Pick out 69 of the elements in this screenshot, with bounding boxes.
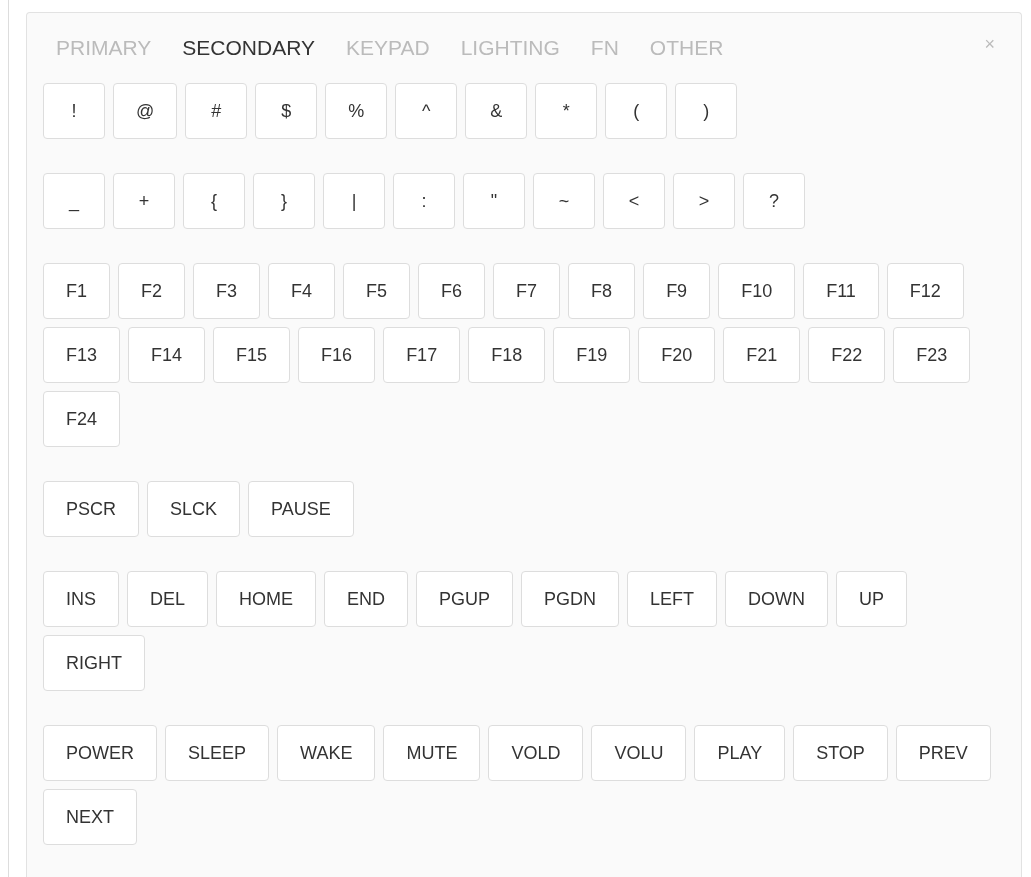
key-button[interactable]: > xyxy=(673,173,735,230)
key-button[interactable]: ? xyxy=(743,173,805,230)
key-button[interactable]: F22 xyxy=(808,327,886,384)
key-button[interactable]: F9 xyxy=(643,263,711,320)
key-button[interactable]: F3 xyxy=(193,263,261,320)
tab[interactable]: SECONDARY xyxy=(182,35,315,61)
key-button[interactable]: ^ xyxy=(395,83,458,140)
key-button[interactable]: PLAY xyxy=(694,725,786,782)
key-button[interactable]: VOLU xyxy=(591,725,687,782)
key-button[interactable]: PGUP xyxy=(416,571,514,628)
key-button[interactable]: < xyxy=(603,173,665,230)
key-button[interactable]: SLEEP xyxy=(165,725,270,782)
key-button[interactable]: $ xyxy=(255,83,318,140)
key-button[interactable]: F19 xyxy=(553,327,631,384)
key-button[interactable]: F18 xyxy=(468,327,546,384)
key-button[interactable]: F21 xyxy=(723,327,801,384)
key-button[interactable]: HOME xyxy=(216,571,317,628)
key-button[interactable]: UP xyxy=(836,571,908,628)
key-button[interactable]: ( xyxy=(605,83,668,140)
key-button[interactable]: LEFT xyxy=(627,571,718,628)
key-button[interactable]: ! xyxy=(43,83,105,140)
key-button[interactable]: NEXT xyxy=(43,789,137,846)
key-button[interactable]: END xyxy=(324,571,409,628)
key-button[interactable]: MUTE xyxy=(383,725,481,782)
key-button[interactable]: F11 xyxy=(803,263,879,320)
key-button[interactable]: SLCK xyxy=(147,481,241,538)
key-button[interactable]: F23 xyxy=(893,327,971,384)
key-button[interactable]: INS xyxy=(43,571,119,628)
key-button[interactable]: F6 xyxy=(418,263,486,320)
key-button[interactable]: F20 xyxy=(638,327,716,384)
key-button[interactable]: } xyxy=(253,173,315,230)
key-button[interactable]: F17 xyxy=(383,327,461,384)
key-button[interactable]: " xyxy=(463,173,525,230)
key-button[interactable]: PREV xyxy=(895,725,991,782)
key-button[interactable]: ~ xyxy=(533,173,595,230)
key-button[interactable]: POWER xyxy=(43,725,157,782)
key-button[interactable]: WAKE xyxy=(277,725,376,782)
key-button[interactable]: F7 xyxy=(493,263,561,320)
key-button[interactable]: | xyxy=(323,173,385,230)
key-button[interactable]: & xyxy=(465,83,528,140)
key-button[interactable]: F10 xyxy=(718,263,796,320)
key-button[interactable]: F8 xyxy=(568,263,636,320)
key-button[interactable]: F12 xyxy=(886,263,964,320)
key-button[interactable]: F1 xyxy=(43,263,110,320)
key-button[interactable]: F4 xyxy=(268,263,336,320)
key-button[interactable]: STOP xyxy=(793,725,888,782)
key-button[interactable]: # xyxy=(185,83,248,140)
key-button[interactable]: { xyxy=(183,173,245,230)
key-button[interactable]: * xyxy=(535,83,598,140)
key-button[interactable]: PSCR xyxy=(43,481,139,538)
key-button[interactable]: _ xyxy=(43,173,105,230)
key-button[interactable]: PAUSE xyxy=(248,481,354,538)
key-button[interactable]: @ xyxy=(113,83,178,140)
key-button[interactable]: + xyxy=(113,173,175,230)
key-button[interactable]: : xyxy=(393,173,455,230)
key-button[interactable]: RIGHT xyxy=(43,635,145,692)
key-button[interactable]: F5 xyxy=(343,263,411,320)
key-button[interactable]: % xyxy=(325,83,388,140)
key-button[interactable]: F24 xyxy=(43,391,121,448)
key-button[interactable]: F13 xyxy=(43,327,121,384)
key-button[interactable]: ) xyxy=(675,83,738,140)
key-button[interactable]: F15 xyxy=(213,327,291,384)
key-button[interactable]: DOWN xyxy=(725,571,829,628)
key-button[interactable]: F2 xyxy=(118,263,186,320)
key-button[interactable]: F16 xyxy=(298,327,376,384)
key-button[interactable]: DEL xyxy=(127,571,209,628)
key-button[interactable]: VOLD xyxy=(488,725,584,782)
key-button[interactable]: PGDN xyxy=(521,571,620,628)
key-button[interactable]: F14 xyxy=(128,327,206,384)
